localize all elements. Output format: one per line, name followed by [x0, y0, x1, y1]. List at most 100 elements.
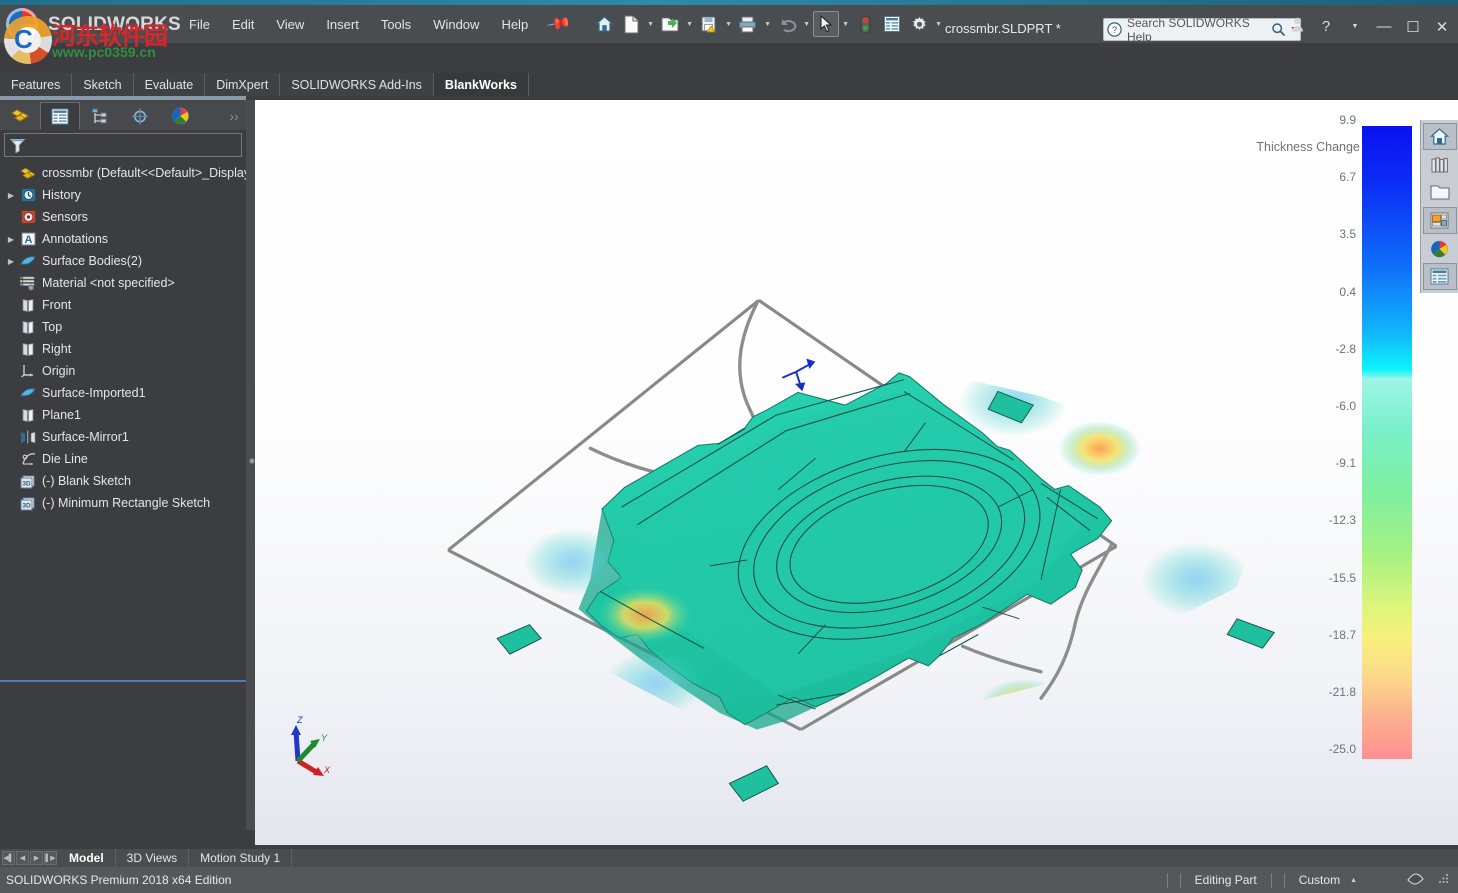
menu-help[interactable]: Help	[490, 13, 539, 36]
options-list-icon[interactable]	[879, 11, 905, 37]
display-style-caret-icon[interactable]: ▼	[853, 100, 863, 102]
tree-item-plane1[interactable]: Plane1	[0, 404, 246, 426]
home-icon[interactable]	[591, 11, 617, 37]
expand-tabs-chevron-icon[interactable]: ››	[222, 102, 246, 130]
menu-edit[interactable]: Edit	[221, 13, 265, 36]
last-tab-icon[interactable]: ▌▶	[44, 851, 57, 865]
tree-item-top-plane[interactable]: Top	[0, 316, 246, 338]
save-caret-icon[interactable]: ▼	[723, 11, 734, 37]
zoom-to-fit-icon[interactable]	[685, 100, 709, 102]
apply-scene-icon[interactable]	[929, 100, 953, 102]
menu-window[interactable]: Window	[422, 13, 490, 36]
previous-view-icon[interactable]	[737, 100, 761, 102]
next-tab-icon[interactable]: ▶	[30, 851, 43, 865]
view-palette-icon[interactable]	[1423, 207, 1457, 234]
search-help-box[interactable]: ? Search SOLIDWORKS Help ▼	[1103, 18, 1301, 41]
view-orientation-caret-icon[interactable]: ▼	[815, 100, 825, 102]
dimxpert-manager-tab[interactable]	[120, 102, 160, 130]
configuration-manager-tab[interactable]	[80, 102, 120, 130]
first-tab-icon[interactable]: ◀▌	[2, 851, 15, 865]
new-document-icon[interactable]	[618, 11, 644, 37]
apply-scene-caret-icon[interactable]: ▼	[955, 100, 965, 102]
select-caret-icon[interactable]: ▼	[840, 11, 851, 37]
property-manager-tab[interactable]	[40, 102, 80, 130]
undo-caret-icon[interactable]: ▼	[801, 11, 812, 37]
save-icon[interactable]	[696, 11, 722, 37]
bottom-tab-3d-views[interactable]: 3D Views	[116, 849, 189, 867]
surface-bodies-expand-arrow-icon[interactable]: ▶	[4, 257, 18, 266]
tab-sketch[interactable]: Sketch	[72, 73, 133, 96]
bottom-tab-motion-study[interactable]: Motion Study 1	[189, 849, 292, 867]
restore-icon[interactable]: ☐	[1403, 18, 1423, 36]
status-units[interactable]: Custom	[1291, 873, 1348, 887]
open-document-icon[interactable]	[657, 11, 683, 37]
menu-insert[interactable]: Insert	[315, 13, 370, 36]
tree-filter-input[interactable]	[4, 133, 242, 157]
tree-root-item[interactable]: crossmbr (Default<<Default>_Display Sta	[0, 162, 246, 184]
view-settings-icon[interactable]	[967, 100, 991, 102]
tree-item-front-plane[interactable]: Front	[0, 294, 246, 316]
section-view-icon[interactable]	[763, 100, 787, 102]
tree-rollback-bar[interactable]	[0, 680, 246, 682]
user-account-icon[interactable]	[1287, 17, 1307, 36]
tab-dimxpert[interactable]: DimXpert	[205, 73, 280, 96]
tab-solidworks-add-ins[interactable]: SOLIDWORKS Add-Ins	[280, 73, 434, 96]
rebuild-icon[interactable]	[852, 11, 878, 37]
bottom-tab-model[interactable]: Model	[58, 849, 116, 867]
history-expand-arrow-icon[interactable]: ▶	[4, 191, 18, 200]
help-question-icon[interactable]: ?	[1316, 18, 1336, 35]
display-manager-tab[interactable]	[160, 102, 200, 130]
hide-show-items-icon[interactable]	[865, 100, 889, 102]
menu-file[interactable]: File	[178, 13, 221, 36]
zoom-to-area-icon[interactable]	[711, 100, 735, 102]
undo-icon[interactable]	[774, 11, 800, 37]
tree-item-minimum-rectangle-sketch[interactable]: 3D (-) Minimum Rectangle Sketch	[0, 492, 246, 514]
tab-features[interactable]: Features	[0, 73, 72, 96]
hide-show-caret-icon[interactable]: ▼	[891, 100, 901, 102]
tree-item-origin[interactable]: Origin	[0, 360, 246, 382]
resize-grip-icon[interactable]	[1438, 871, 1450, 889]
tree-item-blank-sketch[interactable]: 3D (-) Blank Sketch	[0, 470, 246, 492]
menu-view[interactable]: View	[265, 13, 315, 36]
view-settings-caret-icon[interactable]: ▼	[993, 100, 1003, 102]
tree-item-annotations[interactable]: ▶ A Annotations	[0, 228, 246, 250]
gear-icon[interactable]	[906, 11, 932, 37]
open-document-caret-icon[interactable]: ▼	[684, 11, 695, 37]
edit-appearance-icon[interactable]	[903, 100, 927, 102]
menu-tools[interactable]: Tools	[370, 13, 422, 36]
overlay-icon[interactable]	[1367, 871, 1438, 890]
design-library-icon[interactable]	[1423, 151, 1457, 178]
tab-blankworks[interactable]: BlankWorks	[434, 73, 529, 96]
appearances-icon[interactable]	[1423, 235, 1457, 262]
task-home-icon[interactable]	[1423, 123, 1457, 150]
view-orientation-icon[interactable]	[789, 100, 813, 102]
stamped-part-body[interactable]	[497, 366, 1300, 801]
tree-item-right-plane[interactable]: Right	[0, 338, 246, 360]
minimize-icon[interactable]: —	[1374, 18, 1394, 35]
prev-tab-icon[interactable]: ◀	[16, 851, 29, 865]
close-icon[interactable]: ✕	[1432, 18, 1452, 36]
tab-evaluate[interactable]: Evaluate	[134, 73, 206, 96]
print-caret-icon[interactable]: ▼	[762, 11, 773, 37]
display-style-icon[interactable]	[827, 100, 851, 102]
tree-item-surface-mirror1[interactable]: Surface-Mirror1	[0, 426, 246, 448]
select-arrow-icon[interactable]	[813, 11, 839, 37]
tree-item-surface-bodies[interactable]: ▶ Surface Bodies(2)	[0, 250, 246, 272]
panel-splitter[interactable]	[246, 100, 255, 830]
expand-up-icon[interactable]: ▲	[1348, 877, 1367, 884]
graphics-viewport[interactable]: ▼ ▼ ▼ ▼ ▼ ◁ ▷ — ❐	[255, 100, 1458, 845]
custom-properties-icon[interactable]	[1423, 263, 1457, 290]
tree-item-die-line[interactable]: Die Line	[0, 448, 246, 470]
help-caret-icon[interactable]: ▼	[1345, 23, 1365, 30]
tree-item-sensors[interactable]: Sensors	[0, 206, 246, 228]
pushpin-icon[interactable]: 📌	[545, 10, 573, 38]
new-document-caret-icon[interactable]: ▼	[645, 11, 656, 37]
tree-item-material[interactable]: Material <not specified>	[0, 272, 246, 294]
tree-item-history[interactable]: ▶ History	[0, 184, 246, 206]
gear-caret-icon[interactable]: ▼	[933, 11, 944, 37]
file-explorer-icon[interactable]	[1423, 179, 1457, 206]
feature-manager-tab[interactable]	[0, 102, 40, 130]
print-icon[interactable]	[735, 11, 761, 37]
tree-item-surface-imported1[interactable]: Surface-Imported1	[0, 382, 246, 404]
search-input[interactable]: Search SOLIDWORKS Help	[1127, 16, 1271, 44]
